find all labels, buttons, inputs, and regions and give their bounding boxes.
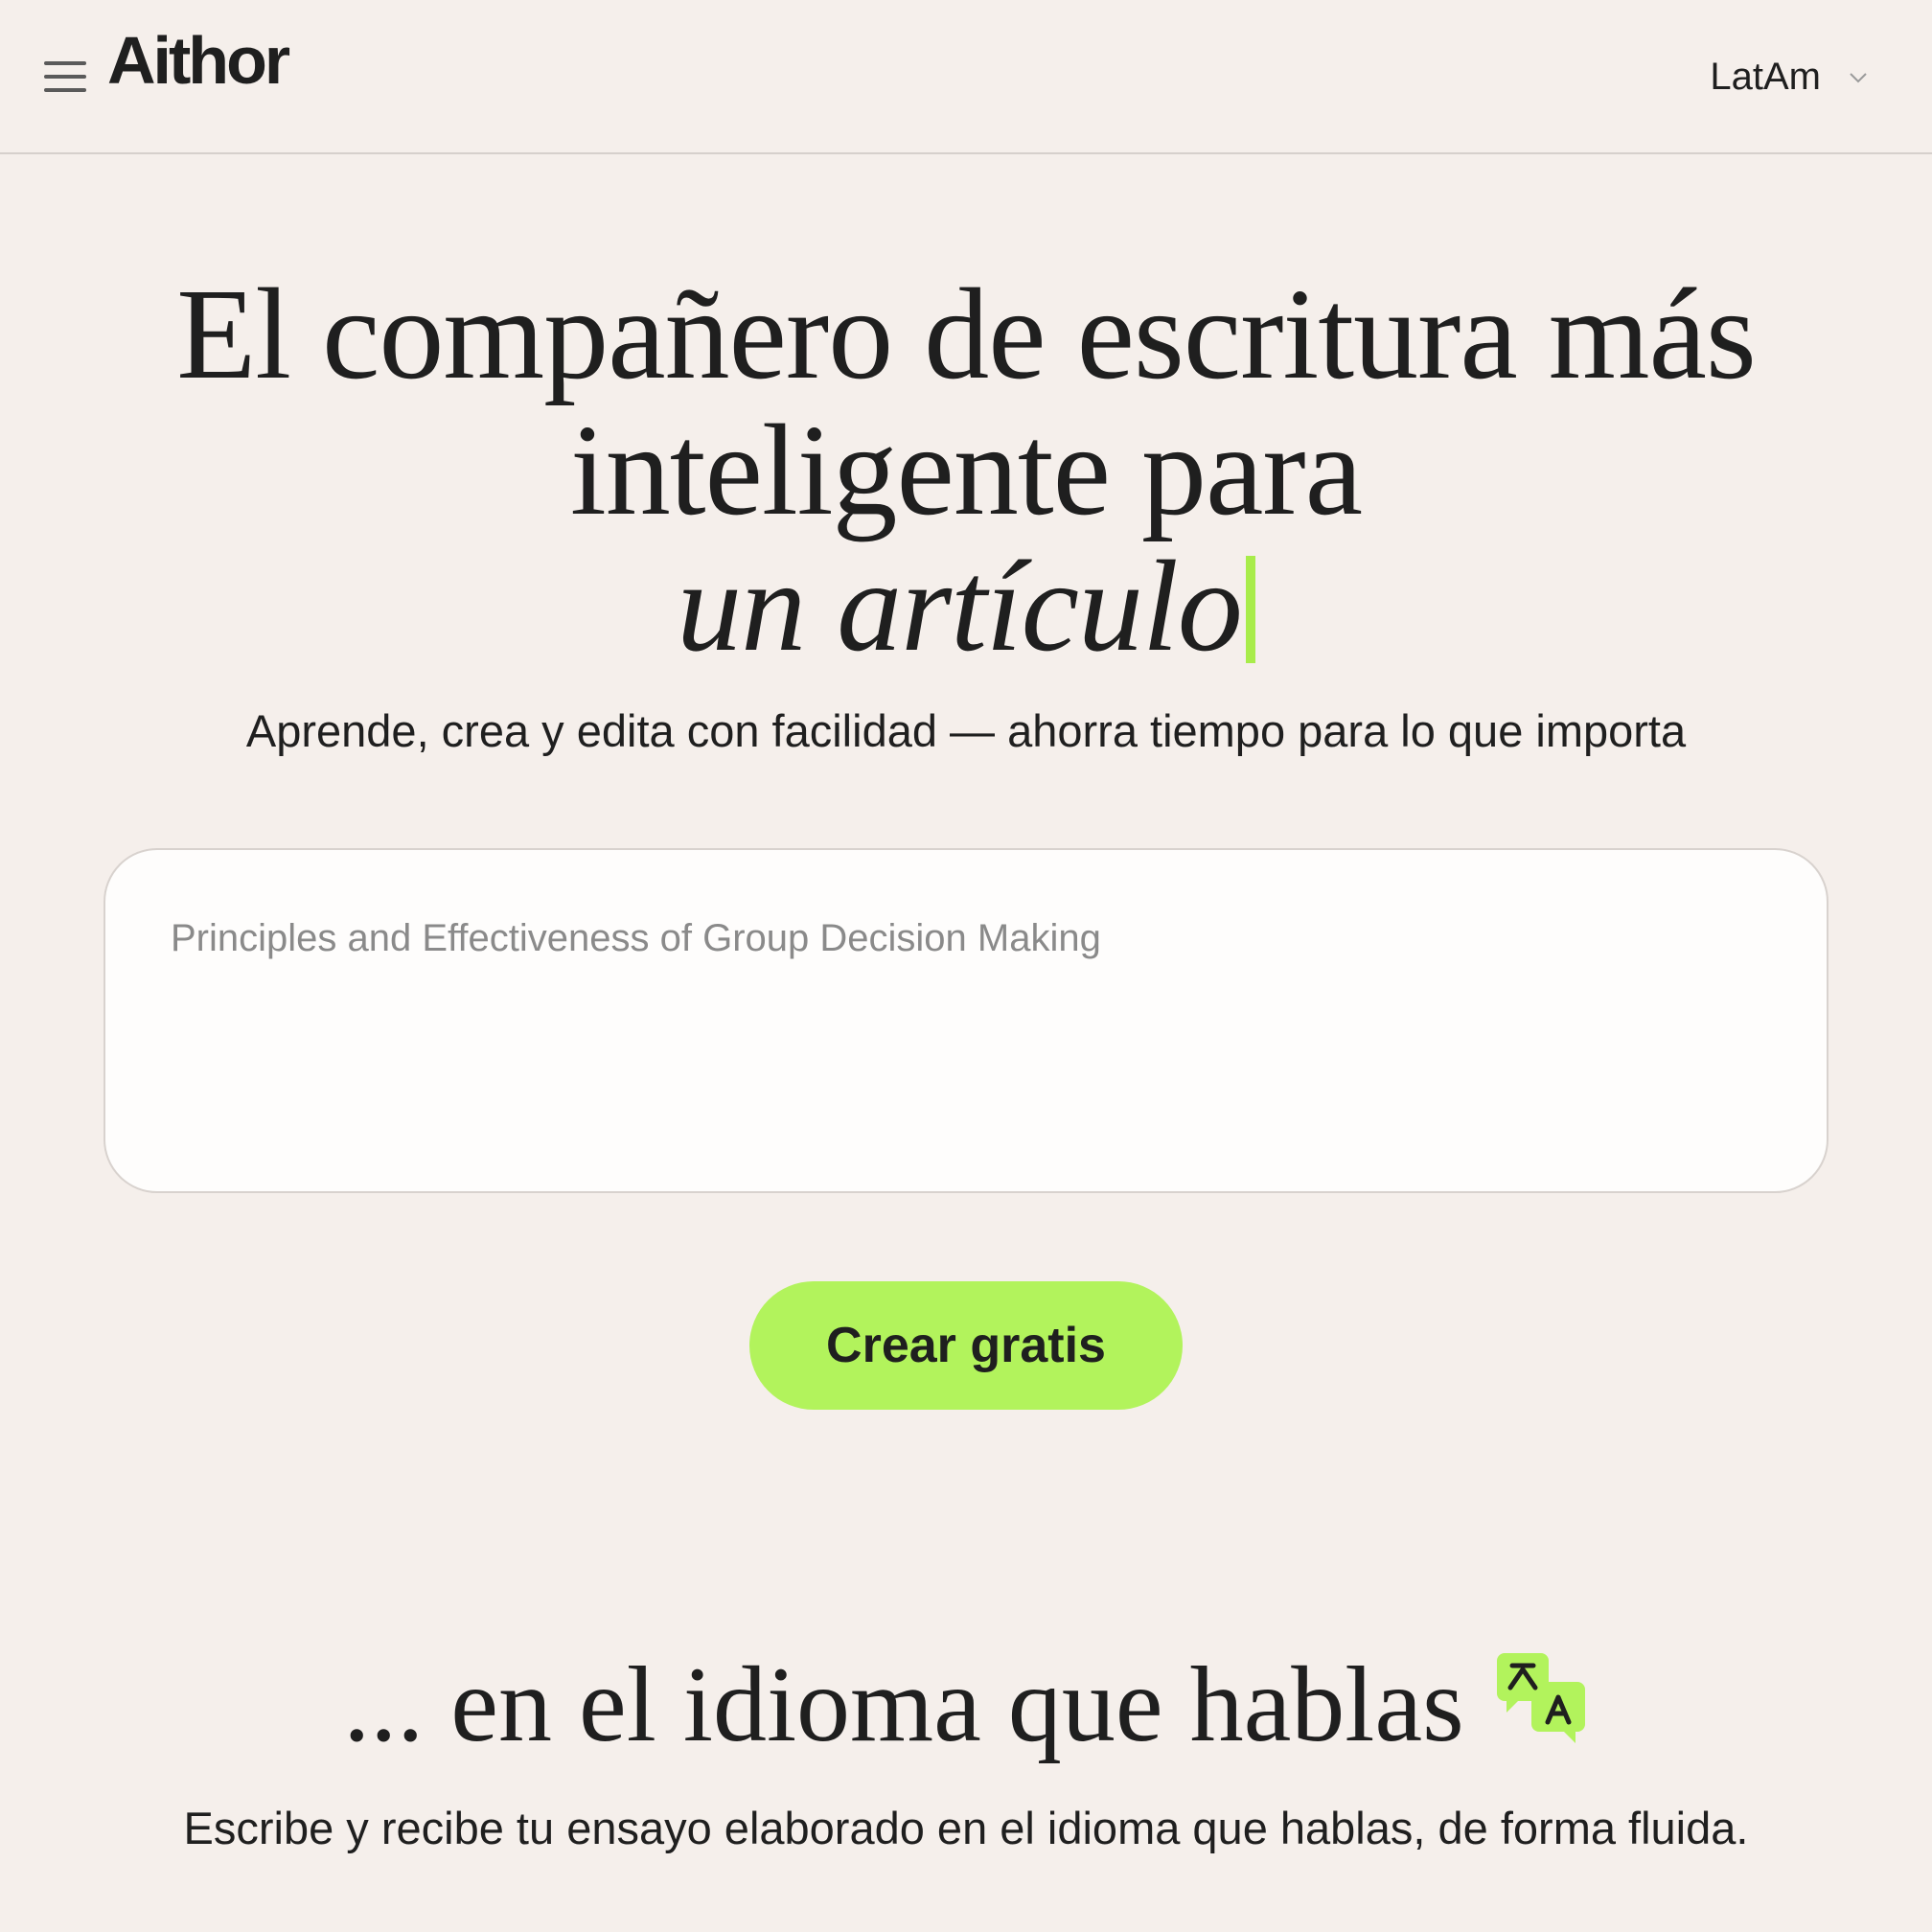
- hero-title: El compañero de escritura más inteligent…: [0, 266, 1932, 675]
- site-header: Aithor LatAm: [0, 0, 1932, 154]
- translate-icon: [1496, 1652, 1585, 1743]
- language-section-title: ... en el idioma que hablas: [0, 1645, 1932, 1764]
- hero-title-line-3: un artículo: [0, 539, 1932, 675]
- typing-caret: [1245, 556, 1255, 663]
- region-selector[interactable]: LatAm: [1710, 56, 1869, 99]
- chevron-down-icon: [1850, 72, 1867, 82]
- hero-title-line-2: inteligente para: [569, 399, 1363, 542]
- hero-title-line-1: El compañero de escritura más: [176, 263, 1757, 406]
- topic-input[interactable]: [171, 917, 1761, 1124]
- create-free-button[interactable]: Crear gratis: [749, 1281, 1183, 1410]
- hamburger-menu-icon[interactable]: [44, 61, 86, 92]
- language-section-heading: ... en el idioma que hablas: [343, 1645, 1464, 1764]
- region-label: LatAm: [1710, 56, 1821, 98]
- site-logo[interactable]: Aithor: [107, 27, 290, 94]
- hero-subtitle: Aprende, crea y edita con facilidad — ah…: [245, 705, 1687, 756]
- language-section-description: Escribe y recibe tu ensayo elaborado en …: [183, 1803, 1749, 1853]
- hero-title-typed-word: un artículo: [677, 535, 1243, 678]
- topic-input-box: [104, 848, 1828, 1193]
